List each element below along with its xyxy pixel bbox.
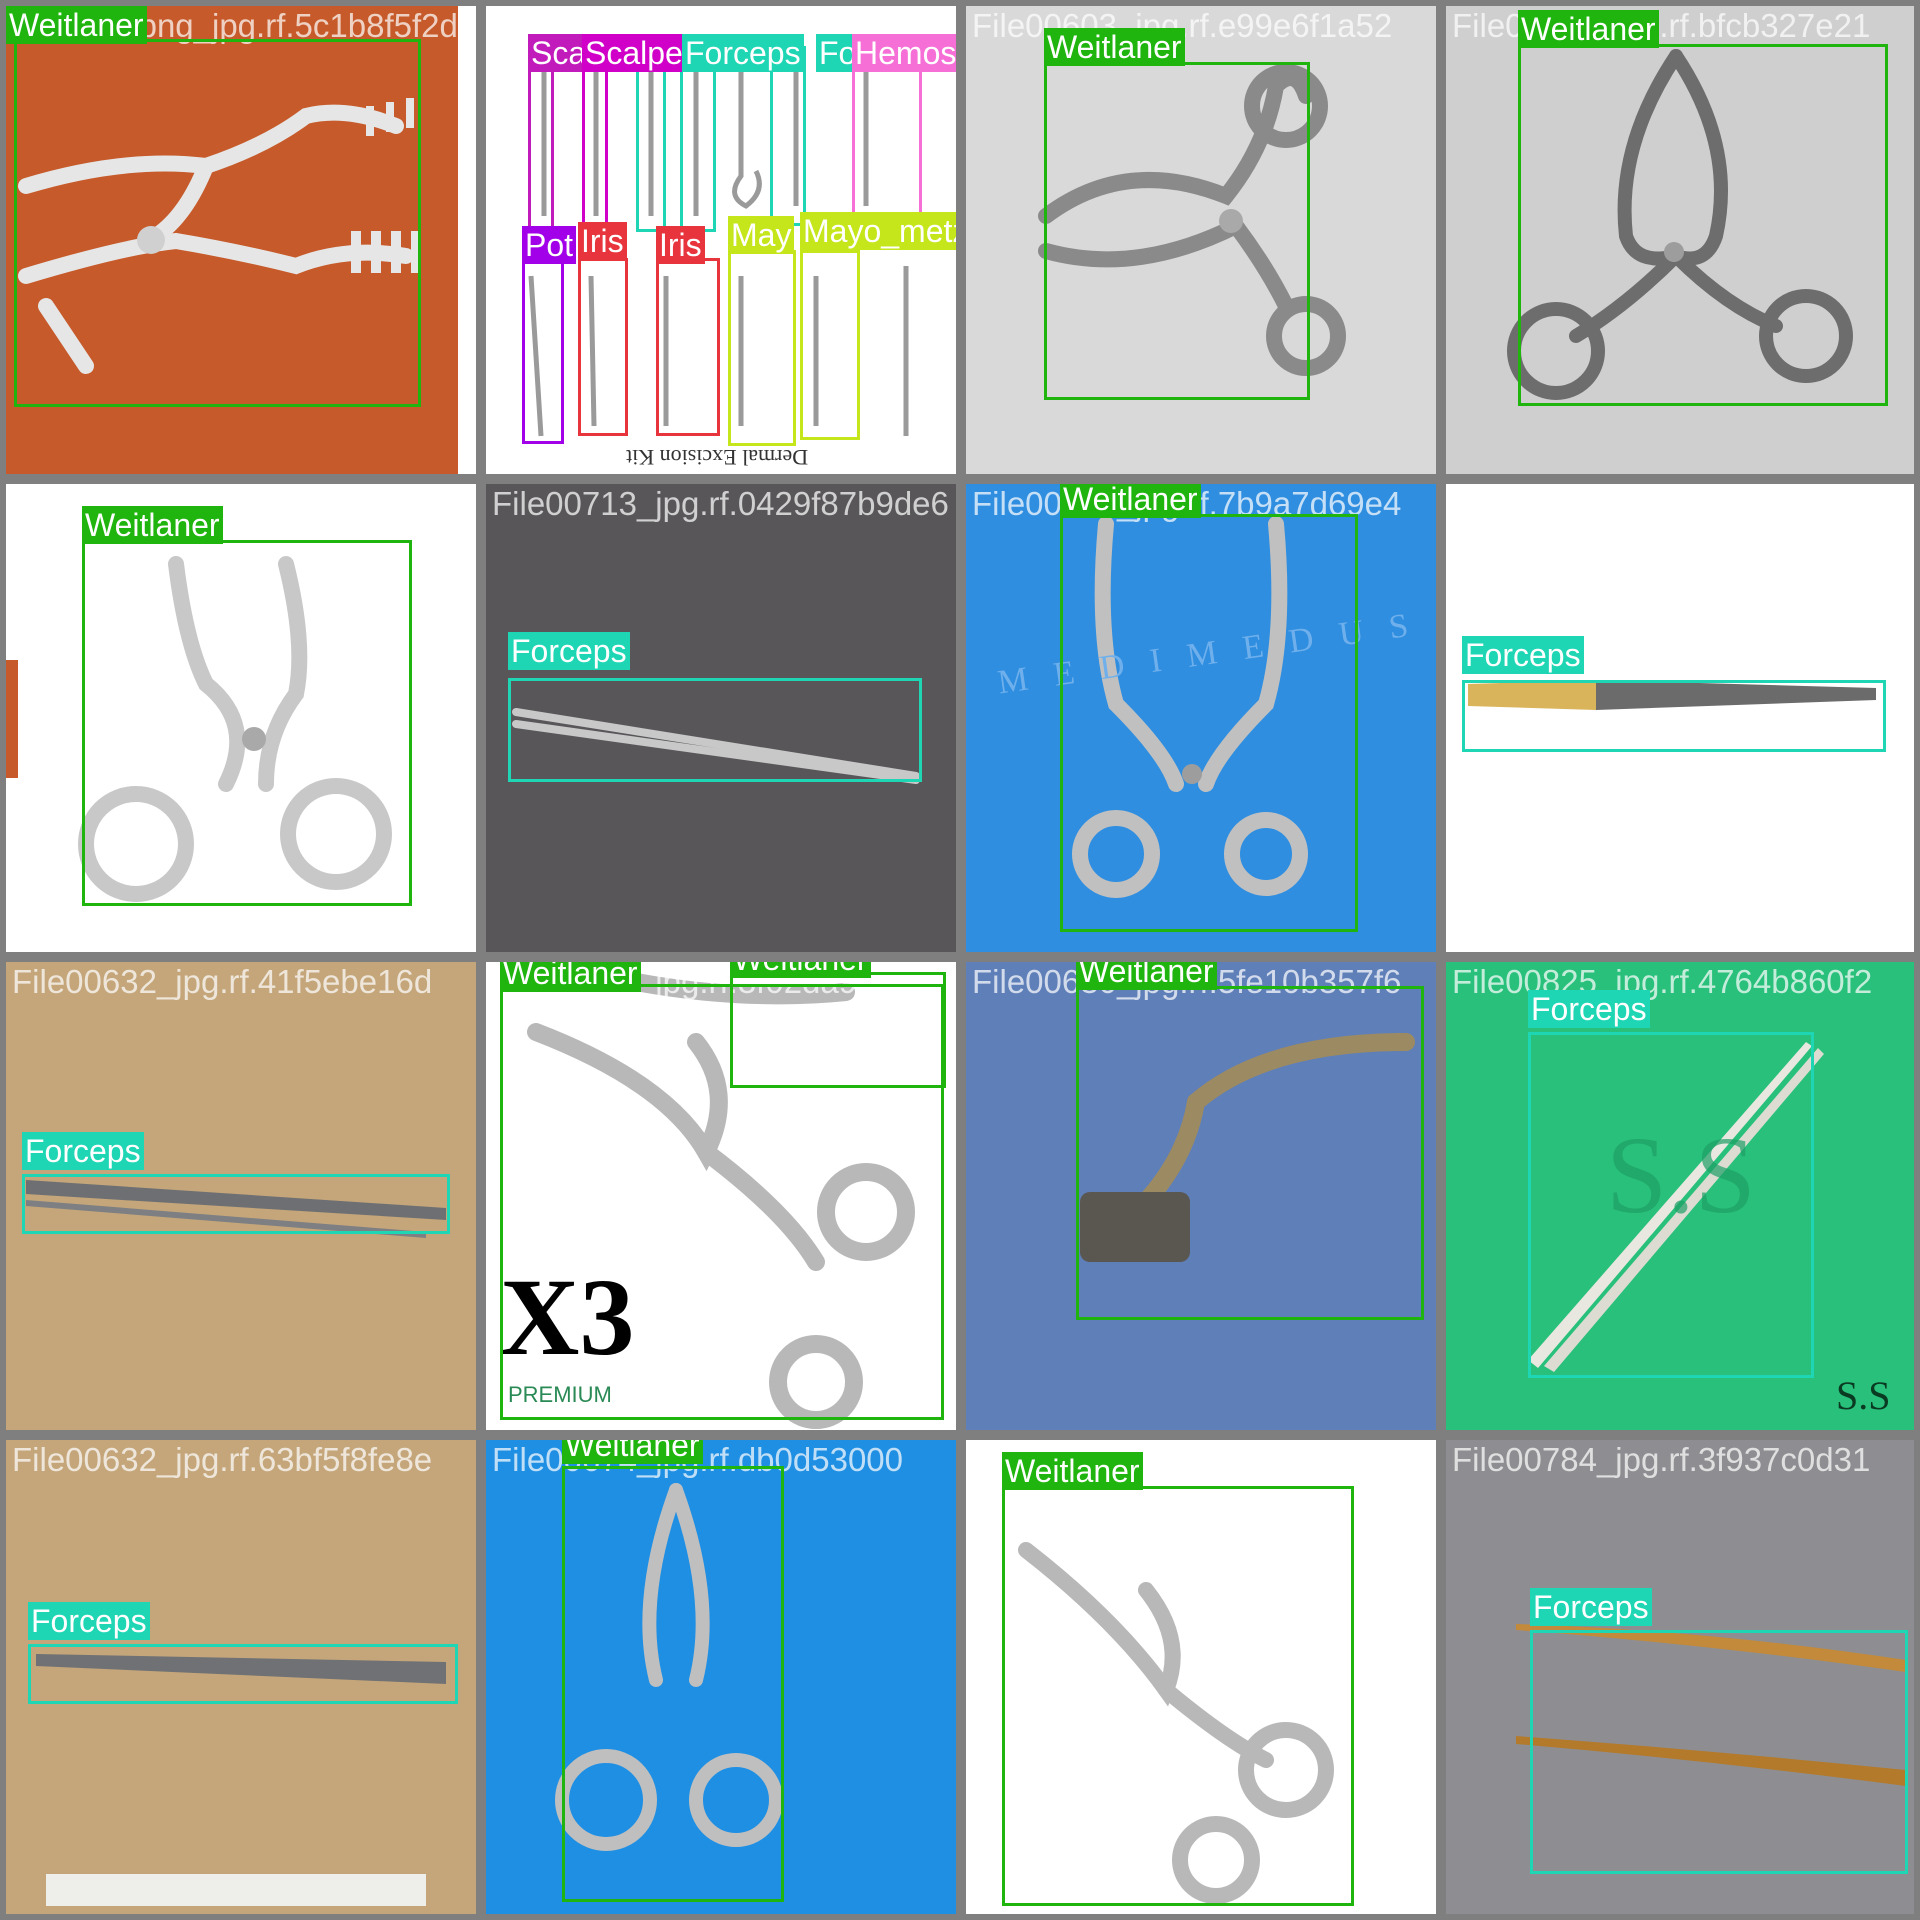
bbox-hemostat: [852, 46, 922, 226]
tile-14: File00674_jpg.rf.db0d53000 Weitlaner: [486, 1440, 956, 1914]
bbox-weitlaner: [14, 39, 421, 407]
label-hemostat: Hemostat: [852, 34, 956, 72]
tile-16: File00784_jpg.rf.3f937c0d31 Forceps: [1446, 1440, 1914, 1914]
label-weitlaner: Weitlaner: [82, 506, 223, 544]
bbox-forceps: [1528, 1032, 1814, 1378]
bbox-mayo-metz: [800, 250, 860, 440]
bbox-forceps: [28, 1644, 458, 1704]
label-iris: Iris: [578, 222, 627, 260]
bbox-weitlaner: [1518, 44, 1888, 406]
label-weitlaner: Weitlaner: [1076, 962, 1217, 990]
label-forceps: Forceps: [508, 632, 630, 670]
bbox-mayo-metz: [728, 250, 796, 446]
label-forceps: Forceps: [1530, 1588, 1652, 1626]
tile-7: File00542_jpg.rf.7b9a7d69e4 MEDIMEDUS We…: [966, 484, 1436, 952]
bbox-weitlaner: [1076, 986, 1424, 1320]
tile-filename: File00632_jpg.rf.63bf5f8fe8e: [12, 1441, 433, 1478]
bbox-forceps: [1530, 1630, 1908, 1874]
brand-logo: S.S: [1836, 1373, 1891, 1418]
label-mayo-metz: May: [728, 216, 795, 254]
tile-filename: File00632_jpg.rf.41f5ebe16d: [12, 963, 433, 1000]
tile-3: File00603_jpg.rf.e99e6f1a52 Weitlaner: [966, 6, 1436, 474]
bbox-weitlaner: [1044, 62, 1310, 400]
tile-filename: File00761_jpg.rf.16ff870fd971: [1452, 485, 1890, 522]
tile-filename: File00784_jpg.rf.3f937c0d31: [1452, 1441, 1871, 1478]
tile-11: File00630_jpg.rf.5fe10b357f6 Weitlaner: [966, 962, 1436, 1430]
tile-filename: File00599_jpg.rf.af70e899c55a: [12, 485, 468, 522]
label-forceps: Forceps: [1528, 990, 1650, 1028]
label-weitlaner: Weitlaner: [500, 962, 641, 992]
label-mayo-metz: Mayo_metz: [800, 212, 956, 250]
bbox-forceps: [1462, 680, 1886, 752]
label-forceps: Forceps: [28, 1602, 150, 1640]
bbox-weitlaner: [1060, 514, 1358, 932]
label-weitlaner: Weitlaner: [730, 962, 871, 978]
bbox-weitlaner: [730, 972, 946, 1088]
tile-2: File0021_jpg.rf.4b4f1c3d8a Dermal Excisi…: [486, 6, 956, 474]
tile-5: File00599_jpg.rf.af70e899c55a Weitlaner: [6, 484, 476, 952]
label-weitlaner: Weitlaner: [1002, 1452, 1143, 1490]
kit-caption: Dermal Excision Kit: [626, 445, 809, 470]
bbox-weitlaner: [1002, 1486, 1354, 1906]
bbox-forceps: [770, 46, 806, 226]
bbox-forceps: [680, 46, 716, 232]
label-weitlaner: Weitlaner: [1044, 28, 1185, 66]
tile-6: File00713_jpg.rf.0429f87b9de6 Forceps: [486, 484, 956, 952]
label-iris: Iris: [656, 226, 705, 264]
bbox-iris: [656, 258, 720, 436]
label-scalpel: Scalpel: [582, 34, 693, 72]
tile-12: File00825_jpg.rf.4764b860f2 S.S S.S Forc…: [1446, 962, 1914, 1430]
tile-filename: File00612_jpg.rf.bfcb327e21: [1452, 7, 1871, 44]
label-potts: Pot: [522, 226, 577, 264]
label-weitlaner: Weitlaner: [1060, 484, 1201, 518]
bbox-scalpel: [528, 46, 554, 236]
label-forceps: Forceps: [1462, 636, 1584, 674]
bbox-weitlaner: [82, 540, 412, 906]
label-weitlaner: Weitlaner: [562, 1440, 703, 1464]
bbox-iris: [578, 258, 628, 436]
tile-8: File00761_jpg.rf.16ff870fd971 Forceps: [1446, 484, 1914, 952]
tile-10: File00571_jpg.rf.3f02da92b1 X3 PREMIUM W…: [486, 962, 956, 1430]
tile-4: File00612_jpg.rf.bfcb327e21 Weitlaner: [1446, 6, 1914, 474]
label-weitlaner: Weitlaner: [6, 6, 147, 44]
bbox-weitlaner: [562, 1466, 784, 1902]
label-scalpel: Sca: [528, 34, 590, 72]
tile-1: File006_png_jpg.rf.5c1b8f5f2d1430288c1cf…: [6, 6, 476, 474]
label-forceps: Forceps: [22, 1132, 144, 1170]
bbox-forceps: [636, 46, 666, 232]
tile-filename: File00713_jpg.rf.0429f87b9de6: [492, 485, 949, 522]
tile-15: File00470_jpg.rf.f89966759d Weitlaner: [966, 1440, 1436, 1914]
bbox-forceps: [508, 678, 922, 782]
image-mosaic-grid: File006_png_jpg.rf.5c1b8f5f2d1430288c1cf…: [0, 0, 1920, 1920]
label-weitlaner: Weitlaner: [1518, 10, 1659, 48]
bbox-scalpel: [582, 46, 608, 236]
bbox-potts: [522, 258, 564, 444]
tile-9: File00632_jpg.rf.41f5ebe16d Forceps: [6, 962, 476, 1430]
bbox-forceps: [22, 1174, 450, 1234]
tile-13: File00632_jpg.rf.63bf5f8fe8e Forceps: [6, 1440, 476, 1914]
label-forceps: Forceps: [682, 34, 804, 72]
tile-filename: File00825_jpg.rf.4764b860f2: [1452, 963, 1873, 1000]
